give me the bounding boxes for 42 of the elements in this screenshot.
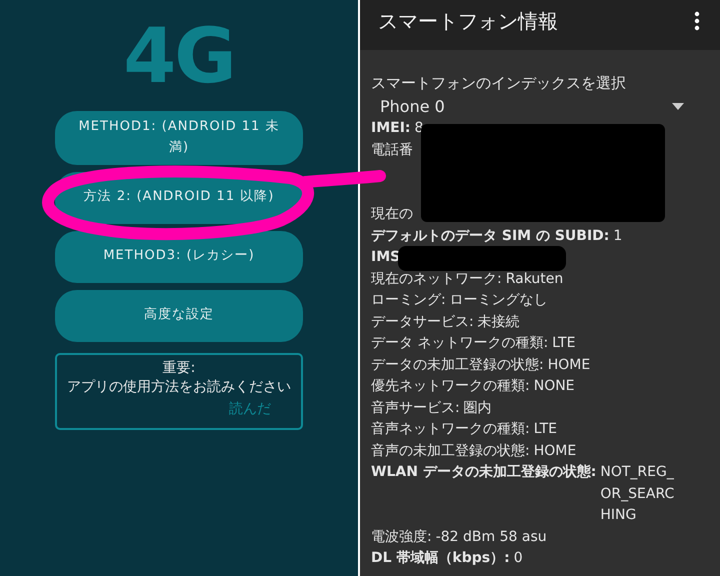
info-label: デフォルトのデータ SIM の SUBID: — [371, 226, 610, 246]
info-label: データサービス: — [371, 312, 474, 332]
info-label: DL 帯域幅（kbps）: — [371, 549, 510, 568]
notice-message: アプリの使用方法をお読みください — [67, 378, 291, 397]
info-value: 1 — [613, 226, 622, 246]
info-value: 圏内 — [464, 398, 492, 418]
info-value: 未接続 — [478, 312, 520, 332]
logo: 4G — [123, 16, 235, 96]
select-label: スマートフォンのインデックスを選択 — [371, 73, 627, 94]
info-value: 0 — [514, 549, 523, 568]
info-label: データの未加工登録の状態: — [371, 356, 544, 374]
info-value: ローミングなし — [450, 291, 548, 310]
info-label: 優先ネットワークの種類: — [371, 377, 530, 396]
screen-title: スマートフォン情報 — [378, 8, 558, 34]
method-button[interactable]: METHOD1: (ANDROID 11 未満) — [55, 111, 303, 165]
info-value: HOME — [534, 442, 576, 460]
info-label: IMEI: — [371, 119, 411, 138]
info-label: 音声ネットワークの種類: — [371, 420, 530, 439]
info-label: 音声の未加工登録の状態: — [371, 442, 530, 460]
phone-dropdown[interactable]: Phone 0 — [371, 94, 710, 118]
info-value: NOT_REG_OR_SEARCHING — [600, 463, 676, 525]
info-value: HOME — [548, 356, 590, 374]
info-label: 現在のネットワーク: — [371, 270, 502, 288]
info-label: ローミング: — [371, 291, 446, 310]
info-label: 電波強度: — [371, 528, 432, 546]
more-menu-icon[interactable] — [694, 11, 700, 31]
method-button[interactable]: METHOD3: (レカシー) — [55, 230, 303, 283]
info-label: 現在の — [371, 205, 413, 224]
info-value: LTE — [552, 334, 576, 353]
info-label: WLAN データの未加工登録の状態: — [371, 463, 596, 482]
info-value: LTE — [534, 420, 557, 439]
notice-title: 重要: — [162, 358, 196, 377]
info-value: Rakuten — [506, 270, 564, 288]
method-button[interactable]: 高度な設定 — [55, 290, 303, 342]
info-label: 電話番 — [371, 140, 413, 160]
dropdown-caret-icon — [672, 102, 684, 110]
info-label: データ ネットワークの種類: — [371, 334, 548, 353]
read-link[interactable]: 読んだ — [229, 400, 271, 418]
info-value: NONE — [534, 377, 575, 396]
info-label: IMS — [371, 248, 400, 267]
info-value: -82 dBm 58 asu — [436, 528, 547, 546]
info-label: 音声サービス: — [371, 398, 460, 418]
